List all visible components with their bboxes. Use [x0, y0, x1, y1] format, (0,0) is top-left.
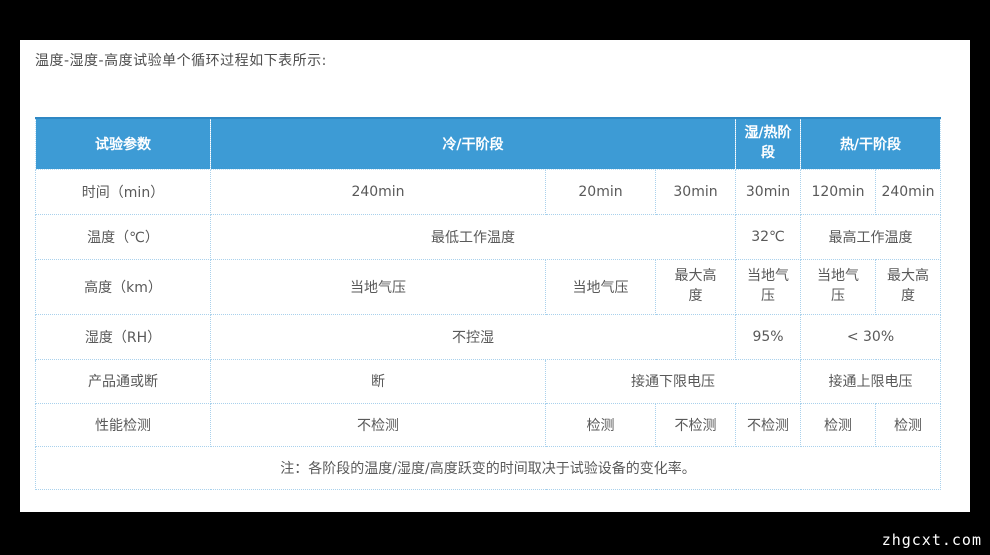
table-cell: 不检测: [736, 403, 801, 446]
table-cell-text: 当地气压: [812, 267, 864, 306]
row-label: 产品通或断: [36, 359, 211, 403]
table-header-row: 试验参数 冷/干阶段 湿/热阶段 热/干阶段: [36, 118, 941, 169]
header-cell-wet-hot-label: 湿/热阶段: [742, 124, 794, 163]
table-cell: 不控湿: [211, 314, 736, 359]
content-panel: 温度-湿度-高度试验单个循环过程如下表所示: 试验参数 冷/干阶段 湿/热阶段 …: [20, 40, 970, 512]
table-cell: 30min: [656, 169, 736, 214]
test-cycle-table: 试验参数 冷/干阶段 湿/热阶段 热/干阶段 时间（min） 240min 20…: [35, 117, 941, 490]
row-label: 温度（℃）: [36, 214, 211, 259]
table-row-performance-check: 性能检测 不检测 检测 不检测 不检测 检测 检测: [36, 403, 941, 446]
header-cell-wet-hot-stage: 湿/热阶段: [736, 118, 801, 169]
table-cell-text: 当地气压: [742, 267, 794, 306]
table-note: 注：各阶段的温度/湿度/高度跃变的时间取决于试验设备的变化率。: [36, 446, 941, 489]
table-cell: 当地气压: [546, 259, 656, 314]
row-label: 时间（min）: [36, 169, 211, 214]
table-cell: 95%: [736, 314, 801, 359]
table-cell: 接通下限电压: [546, 359, 801, 403]
table-cell-text: 最大高度: [882, 267, 934, 306]
table-cell: 不检测: [211, 403, 546, 446]
table-cell: 不检测: [656, 403, 736, 446]
table-cell: 32℃: [736, 214, 801, 259]
row-label: 高度（km）: [36, 259, 211, 314]
table-cell: 240min: [876, 169, 941, 214]
table-cell-text: 最大高度: [670, 267, 722, 306]
table-cell: 检测: [546, 403, 656, 446]
table-cell: < 30%: [801, 314, 941, 359]
table-cell: 检测: [801, 403, 876, 446]
header-cell-hot-dry-stage: 热/干阶段: [801, 118, 941, 169]
table-cell: 检测: [876, 403, 941, 446]
table-cell: 当地气压: [801, 259, 876, 314]
header-cell-cold-dry-stage: 冷/干阶段: [211, 118, 736, 169]
header-cell-test-param: 试验参数: [36, 118, 211, 169]
table-cell: 20min: [546, 169, 656, 214]
watermark-text: zhgcxt.com: [882, 531, 982, 549]
intro-text: 温度-湿度-高度试验单个循环过程如下表所示:: [35, 50, 327, 70]
table-cell: 当地气压: [736, 259, 801, 314]
table-row-temperature: 温度（℃） 最低工作温度 32℃ 最高工作温度: [36, 214, 941, 259]
table-row-time: 时间（min） 240min 20min 30min 30min 120min …: [36, 169, 941, 214]
table-cell: 接通上限电压: [801, 359, 941, 403]
table-row-altitude: 高度（km） 当地气压 当地气压 最大高度 当地气压 当地气压 最大高度: [36, 259, 941, 314]
table-row-note: 注：各阶段的温度/湿度/高度跃变的时间取决于试验设备的变化率。: [36, 446, 941, 489]
table-cell: 最高工作温度: [801, 214, 941, 259]
table-cell: 30min: [736, 169, 801, 214]
table-cell: 最大高度: [876, 259, 941, 314]
table-cell: 最低工作温度: [211, 214, 736, 259]
row-label: 性能检测: [36, 403, 211, 446]
table-cell: 当地气压: [211, 259, 546, 314]
row-label: 湿度（RH）: [36, 314, 211, 359]
table-cell: 最大高度: [656, 259, 736, 314]
table-row-humidity: 湿度（RH） 不控湿 95% < 30%: [36, 314, 941, 359]
table-row-power-state: 产品通或断 断 接通下限电压 接通上限电压: [36, 359, 941, 403]
table-cell: 断: [211, 359, 546, 403]
table-cell: 120min: [801, 169, 876, 214]
table-cell: 240min: [211, 169, 546, 214]
